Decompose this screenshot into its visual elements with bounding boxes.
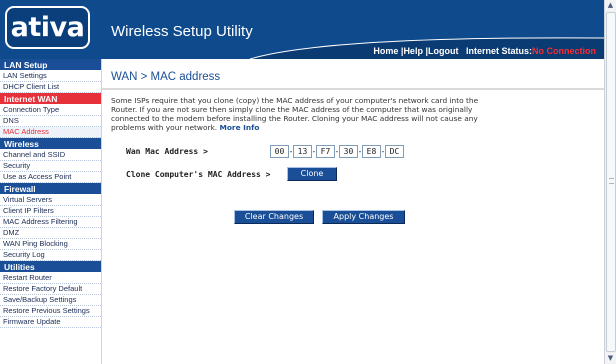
internet-status-label: Internet Status: <box>458 46 532 56</box>
main-content: WAN > MAC address Some ISPs require that… <box>102 59 604 364</box>
header-banner: ativa ™ Wireless Setup Utility Home |Hel… <box>0 0 604 59</box>
scrollbar-grip-icon <box>609 178 614 184</box>
ativa-logo: ativa ™ <box>5 6 90 49</box>
clone-button[interactable]: Clone <box>287 167 337 181</box>
sidebar-section-internet-wan[interactable]: Internet WAN <box>0 93 101 105</box>
sidebar-item-lan-settings[interactable]: LAN Settings <box>0 71 101 82</box>
vertical-scrollbar[interactable]: ▲ ▼ <box>604 0 616 364</box>
logo-text: ativa <box>10 12 85 43</box>
app-title: Wireless Setup Utility <box>111 23 253 40</box>
home-link[interactable]: Home <box>373 46 398 56</box>
description-text: Some ISPs require that you clone (copy) … <box>111 96 501 132</box>
sidebar-item-security-log[interactable]: Security Log <box>0 250 101 261</box>
clear-changes-button[interactable]: Clear Changes <box>234 210 314 224</box>
sidebar-item-channel-and-ssid[interactable]: Channel and SSID <box>0 150 101 161</box>
sidebar-section-lan-setup[interactable]: LAN Setup <box>0 59 101 71</box>
sidebar-section-wireless[interactable]: Wireless <box>0 138 101 150</box>
sidebar-item-connection-type[interactable]: Connection Type <box>0 105 101 116</box>
sidebar-item-client-ip-filters[interactable]: Client IP Filters <box>0 206 101 217</box>
apply-changes-button[interactable]: Apply Changes <box>322 210 405 224</box>
wan-mac-address-label: Wan Mac Address > <box>126 147 208 156</box>
scrollbar-thumb[interactable] <box>606 12 616 352</box>
sidebar-item-firmware-update[interactable]: Firmware Update <box>0 317 101 328</box>
help-link[interactable]: Help <box>403 46 423 56</box>
description-body: Some ISPs require that you clone (copy) … <box>111 96 479 132</box>
sidebar-item-mac-address[interactable]: MAC Address <box>0 127 101 138</box>
sidebar-item-wan-ping-blocking[interactable]: WAN Ping Blocking <box>0 239 101 250</box>
scroll-down-arrow-icon[interactable]: ▼ <box>605 353 616 364</box>
mac-octet-5-input[interactable]: E8 <box>362 145 381 158</box>
mac-octet-3-input[interactable]: F7 <box>316 145 335 158</box>
more-info-link[interactable]: More Info <box>220 123 260 132</box>
mac-address-fields: 00 - 13 - F7 - 30 - E8 - DC <box>270 145 404 158</box>
sidebar-item-restore-previous-settings[interactable]: Restore Previous Settings <box>0 306 101 317</box>
sidebar-item-dns[interactable]: DNS <box>0 116 101 127</box>
mac-octet-6-input[interactable]: DC <box>385 145 404 158</box>
logout-link[interactable]: Logout <box>428 46 459 56</box>
clone-mac-address-label: Clone Computer's MAC Address > <box>126 170 271 179</box>
sidebar-item-dhcp-client-list[interactable]: DHCP Client List <box>0 82 101 93</box>
sidebar-item-restart-router[interactable]: Restart Router <box>0 273 101 284</box>
scroll-up-arrow-icon[interactable]: ▲ <box>605 0 616 11</box>
page-title: WAN > MAC address <box>111 71 221 83</box>
top-navigation: Home |Help |Logout Internet Status:No Co… <box>373 46 596 56</box>
sidebar-item-security[interactable]: Security <box>0 161 101 172</box>
sidebar-item-mac-address-filtering[interactable]: MAC Address Filtering <box>0 217 101 228</box>
sidebar-item-virtual-servers[interactable]: Virtual Servers <box>0 195 101 206</box>
sidebar-item-dmz[interactable]: DMZ <box>0 228 101 239</box>
sidebar-section-firewall[interactable]: Firewall <box>0 183 101 195</box>
sidebar-item-restore-factory-default[interactable]: Restore Factory Default <box>0 284 101 295</box>
mac-octet-4-input[interactable]: 30 <box>339 145 358 158</box>
internet-status-value: No Connection <box>532 46 596 56</box>
mac-octet-2-input[interactable]: 13 <box>293 145 312 158</box>
title-divider <box>102 88 604 90</box>
mac-octet-1-input[interactable]: 00 <box>270 145 289 158</box>
sidebar-nav: LAN Setup LAN Settings DHCP Client List … <box>0 59 102 364</box>
sidebar-item-use-as-access-point[interactable]: Use as Access Point <box>0 172 101 183</box>
sidebar-item-save-backup-settings[interactable]: Save/Backup Settings <box>0 295 101 306</box>
logo-trademark: ™ <box>75 21 82 29</box>
sidebar-section-utilities[interactable]: Utilities <box>0 261 101 273</box>
